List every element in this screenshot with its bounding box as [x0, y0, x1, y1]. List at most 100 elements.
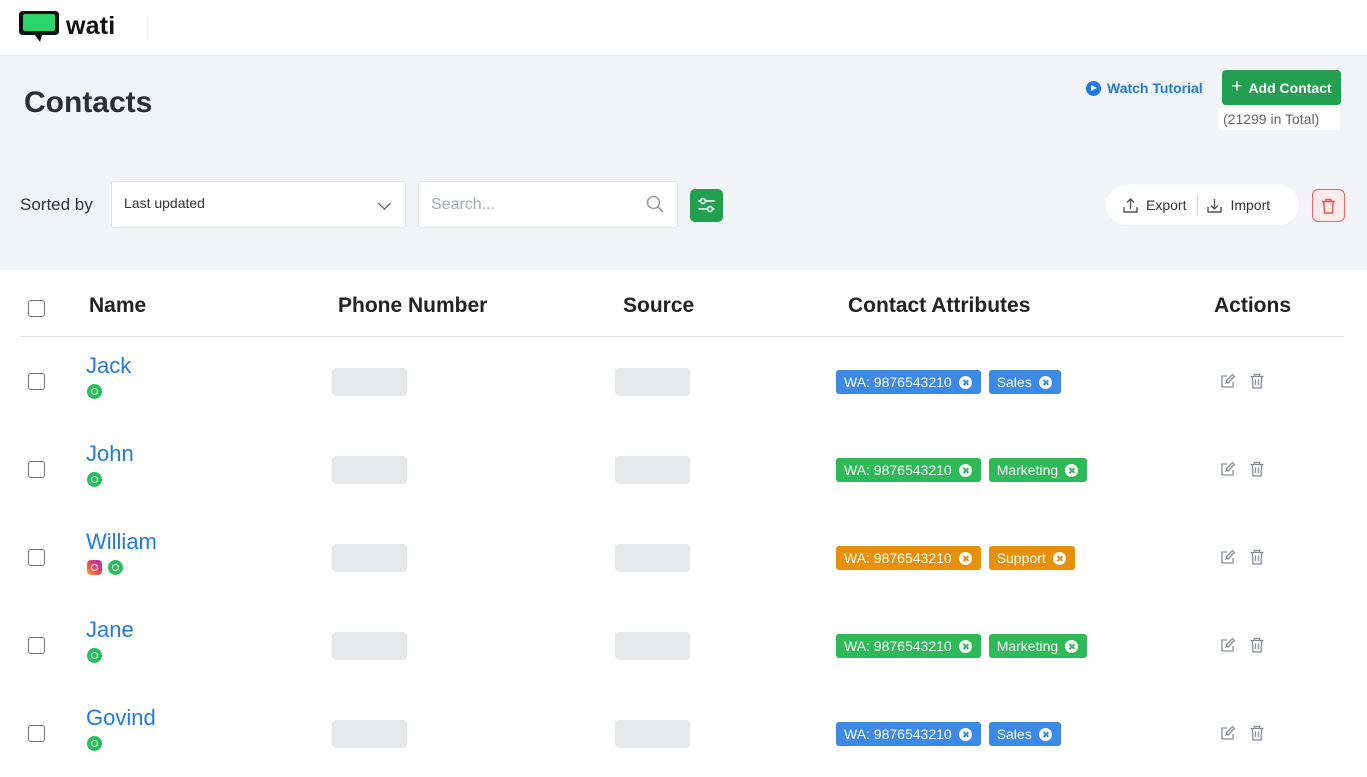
row-checkbox[interactable] [28, 461, 45, 478]
play-icon [1086, 80, 1101, 96]
export-label: Export [1146, 197, 1187, 213]
contacts-total-count: (21299 in Total) [1218, 108, 1340, 130]
table-header: Name Phone Number Source Contact Attribu… [20, 280, 1344, 337]
bulk-delete-button[interactable] [1312, 189, 1345, 222]
remove-tag-icon[interactable] [1038, 375, 1052, 389]
contact-name-link[interactable]: William [86, 529, 157, 555]
top-bar: wati [0, 0, 1367, 56]
watch-tutorial-label: Watch Tutorial [1107, 80, 1203, 96]
attribute-tag: WA: 9876543210 [836, 458, 981, 482]
attribute-tag-label: WA: 9876543210 [844, 374, 952, 390]
instagram-icon [87, 560, 102, 575]
import-button[interactable]: Import [1206, 197, 1270, 214]
remove-tag-icon[interactable] [958, 639, 972, 653]
edit-icon[interactable] [1220, 725, 1236, 741]
chat-bubble-logo-icon [18, 8, 62, 44]
attribute-tag-label: Sales [996, 374, 1032, 390]
filter-button[interactable] [690, 189, 723, 222]
contact-attributes: WA: 9876543210 Marketing [836, 458, 1088, 482]
source-redacted [615, 456, 690, 484]
trash-icon[interactable] [1249, 637, 1265, 653]
contacts-header: Contacts Watch Tutorial + Add Contact (2… [0, 56, 1367, 270]
export-button[interactable]: Export [1122, 197, 1186, 214]
channel-icons [87, 384, 102, 399]
export-import-divider [1197, 195, 1199, 215]
contact-name-link[interactable]: John [86, 441, 134, 467]
add-contact-label: Add Contact [1248, 79, 1332, 96]
contact-name-link[interactable]: Jane [86, 617, 134, 643]
column-header-phone[interactable]: Phone Number [338, 294, 487, 318]
contact-attributes: WA: 9876543210 Support [836, 546, 1075, 570]
contact-attributes: WA: 9876543210 Sales [836, 722, 1061, 746]
remove-tag-icon[interactable] [958, 727, 972, 741]
contact-attributes: WA: 9876543210 Marketing [836, 634, 1088, 658]
column-header-name[interactable]: Name [89, 294, 146, 318]
watch-tutorial-link[interactable]: Watch Tutorial [1086, 80, 1203, 96]
remove-tag-icon[interactable] [1052, 551, 1066, 565]
channel-icons [87, 736, 102, 751]
select-all-checkbox[interactable] [28, 300, 45, 317]
remove-tag-icon[interactable] [1065, 639, 1079, 653]
row-checkbox[interactable] [28, 549, 45, 566]
sort-dropdown[interactable]: Last updated [111, 181, 406, 228]
trash-icon[interactable] [1249, 725, 1265, 741]
attribute-tag: Marketing [988, 458, 1088, 482]
attribute-tag: WA: 9876543210 [836, 722, 981, 746]
import-label: Import [1230, 197, 1271, 213]
wati-logo[interactable]: wati [18, 8, 115, 44]
channel-icons [87, 472, 102, 487]
header-divider [147, 14, 148, 40]
row-actions [1220, 549, 1265, 565]
remove-tag-icon[interactable] [1065, 463, 1079, 477]
attribute-tag: WA: 9876543210 [836, 634, 981, 658]
whatsapp-icon [108, 560, 123, 575]
column-header-source[interactable]: Source [623, 294, 694, 318]
add-contact-button[interactable]: + Add Contact [1222, 70, 1341, 105]
whatsapp-icon [87, 736, 102, 751]
row-checkbox[interactable] [28, 637, 45, 654]
remove-tag-icon[interactable] [1038, 727, 1052, 741]
remove-tag-icon[interactable] [958, 375, 972, 389]
edit-icon[interactable] [1220, 549, 1236, 565]
trash-icon[interactable] [1249, 549, 1265, 565]
phone-number-redacted [332, 720, 407, 748]
attribute-tag-label: WA: 9876543210 [844, 726, 952, 742]
column-header-actions: Actions [1214, 294, 1292, 317]
export-import-group: Export Import [1106, 185, 1299, 225]
chevron-down-icon [378, 197, 391, 210]
trash-icon [1322, 198, 1335, 214]
whatsapp-icon [87, 384, 102, 399]
table-row: Jane WA: 9876543210 Marketing [20, 601, 1344, 689]
phone-number-redacted [332, 632, 407, 660]
search-icon[interactable] [646, 195, 664, 213]
attribute-tag-label: Marketing [996, 638, 1059, 654]
attribute-tag: Sales [988, 722, 1061, 746]
row-checkbox[interactable] [28, 373, 45, 390]
row-checkbox[interactable] [28, 725, 45, 742]
attribute-tag-label: Support [996, 550, 1046, 566]
sorted-by-label: Sorted by [20, 195, 93, 214]
remove-tag-icon[interactable] [958, 551, 972, 565]
edit-icon[interactable] [1220, 637, 1236, 653]
search-box [418, 181, 678, 228]
remove-tag-icon[interactable] [958, 463, 972, 477]
sliders-icon [698, 197, 715, 213]
download-icon [1207, 198, 1223, 213]
source-redacted [615, 544, 690, 572]
search-input[interactable] [419, 182, 629, 227]
contact-name-link[interactable]: Jack [86, 353, 131, 379]
table-row: William WA: 9876543210 Support [20, 513, 1344, 601]
sort-selected-value: Last updated [124, 195, 205, 211]
trash-icon[interactable] [1249, 461, 1265, 477]
attribute-tag: WA: 9876543210 [836, 546, 981, 570]
column-header-attributes[interactable]: Contact Attributes [848, 294, 1030, 318]
contact-name-link[interactable]: Govind [86, 705, 156, 731]
trash-icon[interactable] [1249, 373, 1265, 389]
attribute-tag: Support [988, 546, 1075, 570]
attribute-tag-label: WA: 9876543210 [844, 462, 952, 478]
phone-number-redacted [332, 368, 407, 396]
edit-icon[interactable] [1220, 461, 1236, 477]
edit-icon[interactable] [1220, 373, 1236, 389]
row-actions [1220, 637, 1265, 653]
upload-icon [1123, 197, 1138, 213]
